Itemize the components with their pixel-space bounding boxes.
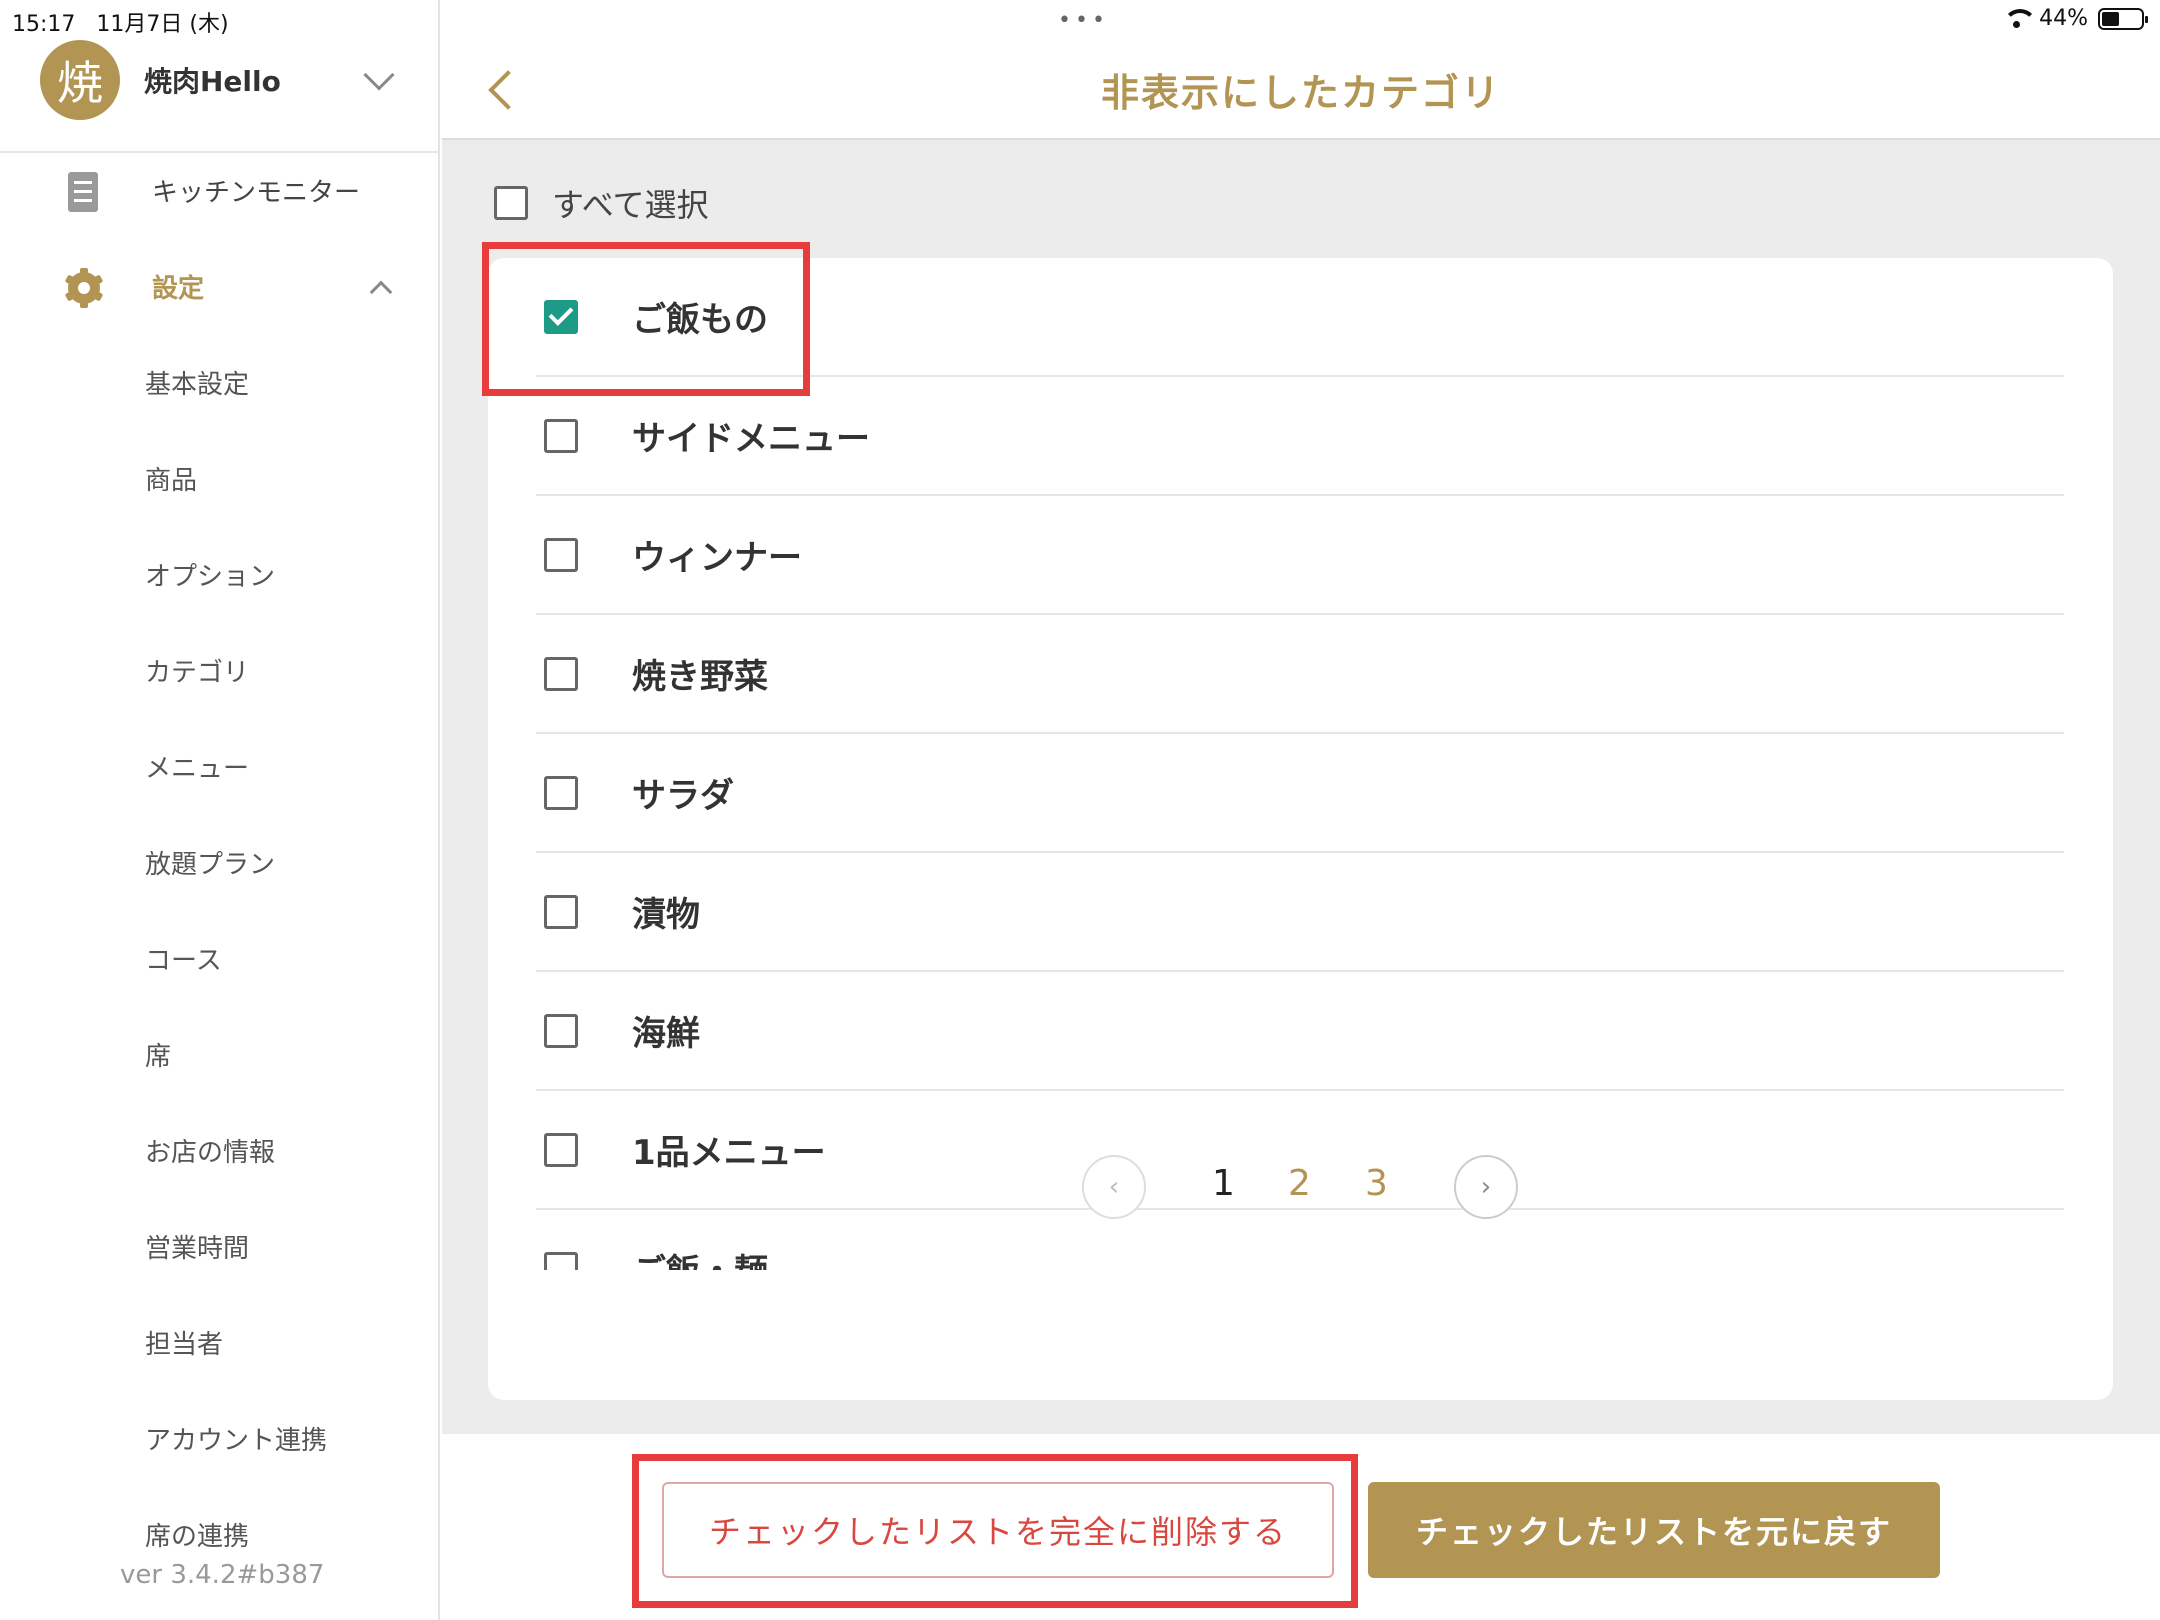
category-checkbox[interactable] [544, 1132, 578, 1167]
sidebar-subitem[interactable]: 営業時間 [145, 1228, 249, 1265]
sidebar-divider [0, 151, 440, 153]
category-label: 海鮮 [632, 1014, 700, 1054]
category-label: 1品メニュー [632, 1133, 826, 1173]
category-row[interactable]: サイドメニュー [536, 377, 2064, 496]
category-label: 漬物 [632, 895, 700, 935]
status-date: 11月7日 (木) [96, 12, 229, 37]
sidebar-subitem[interactable]: メニュー [145, 748, 249, 785]
delete-checked-button[interactable]: チェックしたリストを完全に削除する [662, 1482, 1334, 1578]
content-area: すべて選択 ご飯ものサイドメニューウィンナー焼き野菜サラダ漬物海鮮1品メニューご… [442, 140, 2160, 1434]
sidebar-subitem[interactable]: 商品 [145, 460, 197, 497]
chevron-up-icon[interactable] [369, 280, 393, 304]
category-checkbox[interactable] [544, 537, 578, 572]
action-bar: チェックしたリストを完全に削除する チェックしたリストを元に戻す [442, 1434, 2160, 1620]
sidebar-item-label: キッチンモニター [152, 178, 361, 208]
sidebar-subitem[interactable]: コース [145, 940, 222, 977]
receipt-icon [68, 172, 98, 212]
category-label: ウィンナー [632, 538, 802, 578]
battery-icon [2098, 7, 2148, 30]
category-row[interactable]: サラダ [536, 734, 2064, 853]
status-clock: 15:17 [12, 12, 76, 37]
status-time: 15:17 11月7日 (木) [12, 6, 229, 38]
sidebar-subitem[interactable]: オプション [145, 556, 275, 593]
category-row[interactable]: ご飯・麺 [536, 1210, 2064, 1270]
sidebar-subitem[interactable]: アカウント連携 [145, 1420, 327, 1457]
sidebar-item-settings[interactable]: 設定 [0, 264, 440, 308]
category-row[interactable]: ウィンナー [536, 496, 2064, 615]
prev-page-button[interactable]: ‹ [1082, 1155, 1146, 1219]
category-checkbox[interactable] [544, 1013, 578, 1048]
category-checkbox[interactable] [544, 894, 578, 929]
sidebar: 焼 焼肉Hello キッチンモニター 設定 基本設定商品オプションカテゴリメニュ… [0, 0, 440, 1620]
category-row[interactable]: ご飯もの [536, 258, 2064, 377]
store-name: 焼肉Hello [144, 65, 281, 98]
sidebar-subitem[interactable]: お店の情報 [145, 1132, 275, 1169]
select-all-checkbox[interactable] [494, 186, 528, 220]
chevron-down-icon[interactable] [363, 59, 395, 91]
select-all-label: すべて選択 [552, 186, 709, 224]
page-number-2[interactable]: 2 [1288, 1163, 1311, 1204]
sidebar-item-label: 設定 [152, 274, 205, 304]
category-row[interactable]: 焼き野菜 [536, 615, 2064, 734]
sidebar-subitem[interactable]: カテゴリ [145, 652, 249, 689]
store-switcher[interactable]: 焼 焼肉Hello [40, 40, 410, 120]
battery-percent: 44% [2039, 6, 2088, 31]
store-avatar: 焼 [40, 40, 120, 120]
page-number-3[interactable]: 3 [1365, 1163, 1388, 1204]
sidebar-subitem[interactable]: 放題プラン [145, 844, 275, 881]
page-title: 非表示にしたカテゴリ [1100, 71, 1501, 115]
top-bar: 非表示にしたカテゴリ [442, 0, 2160, 140]
category-checkbox[interactable] [544, 775, 578, 810]
multitask-dots[interactable]: ••• [1058, 8, 1109, 33]
category-checkbox[interactable] [544, 1251, 578, 1270]
category-list[interactable]: ご飯ものサイドメニューウィンナー焼き野菜サラダ漬物海鮮 1品メニューご飯・麺 [536, 258, 2064, 1270]
main-panel: 非表示にしたカテゴリ すべて選択 ご飯ものサイドメニュー ウィンナー焼き野菜サラダ… [442, 0, 2160, 1620]
category-row[interactable]: 漬物 [536, 853, 2064, 972]
sidebar-subitem[interactable]: 基本設定 [145, 364, 249, 401]
category-label: 焼き野菜 [632, 657, 768, 697]
status-indicators: 44% [2003, 6, 2148, 31]
sidebar-subitem[interactable]: 席の連携 [145, 1516, 249, 1553]
sidebar-subitem[interactable]: 席 [145, 1036, 171, 1073]
category-label: サラダ [632, 776, 734, 816]
category-checkbox[interactable] [544, 656, 578, 691]
page-number-1[interactable]: 1 [1212, 1163, 1235, 1204]
sidebar-item-kitchen-monitor[interactable]: キッチンモニター [0, 168, 440, 212]
category-label: ご飯・麺 [632, 1244, 768, 1270]
category-row[interactable]: 海鮮 [536, 972, 2064, 1091]
category-card: ご飯ものサイドメニューウィンナー焼き野菜サラダ漬物海鮮 1品メニューご飯・麺 [488, 258, 2113, 1400]
category-label: サイドメニュー [632, 419, 870, 459]
restore-checked-button[interactable]: チェックしたリストを元に戻す [1368, 1482, 1940, 1578]
category-checkbox[interactable] [544, 418, 578, 453]
select-all[interactable]: すべて選択 [494, 180, 708, 226]
category-checkbox[interactable] [544, 299, 578, 334]
gear-icon [64, 268, 104, 308]
sidebar-subitem[interactable]: 担当者 [145, 1324, 223, 1361]
app-version: ver 3.4.2#b387 [120, 1560, 325, 1590]
wifi-icon [2003, 8, 2038, 29]
next-page-button[interactable]: › [1454, 1155, 1518, 1219]
category-label: ご飯もの [632, 300, 768, 340]
